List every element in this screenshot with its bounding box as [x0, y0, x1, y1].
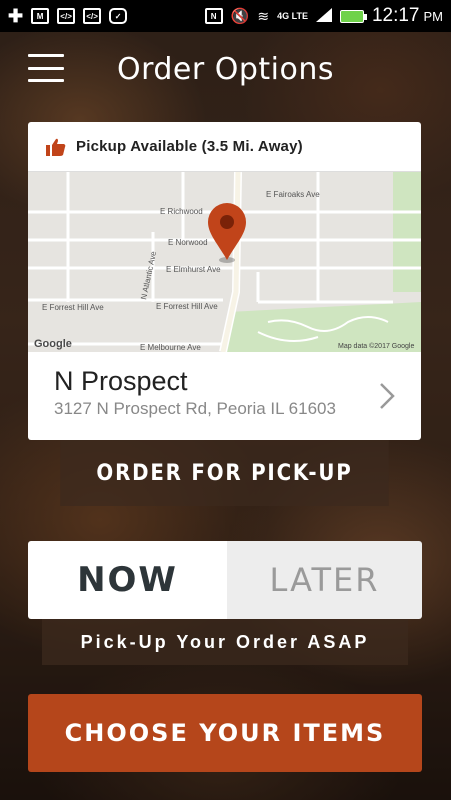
map-street-label: E Elmhurst Ave — [166, 265, 221, 274]
later-option[interactable]: LATER — [227, 541, 422, 619]
map-street-label: E Forrest Hill Ave — [156, 302, 218, 311]
check-icon: ✓ — [109, 8, 128, 24]
map-street-label: E Richwood — [160, 207, 203, 216]
pickup-availability-text: Pickup Available (3.5 Mi. Away) — [76, 138, 303, 155]
clock-ampm: PM — [423, 8, 444, 24]
timing-toggle: NOW LATER — [28, 541, 422, 619]
store-address: 3127 N Prospect Rd, Peoria IL 61603 — [54, 399, 336, 418]
nfc-icon: N — [204, 8, 223, 24]
map-attribution: Map data ©2017 Google — [338, 342, 414, 350]
network-label: 4G LTE — [277, 11, 308, 21]
code-icon: </> — [83, 8, 102, 24]
store-name: N Prospect — [54, 366, 188, 396]
mute-icon: 🔇 — [230, 8, 250, 25]
pickup-availability-row: Pickup Available (3.5 Mi. Away) — [28, 122, 421, 172]
location-card[interactable]: Pickup Available (3.5 Mi. Away) E Fairoa… — [28, 122, 421, 440]
map-street-label: E Forrest Hill Ave — [42, 303, 104, 312]
chevron-right-icon — [380, 383, 395, 409]
store-info-row[interactable]: N Prospect 3127 N Prospect Rd, Peoria IL… — [28, 352, 421, 440]
thumbs-up-icon — [46, 138, 66, 156]
plus-icon: ✚ — [8, 5, 24, 26]
map-street-label: E Melbourne Ave — [140, 343, 201, 352]
page-title: Order Options — [116, 52, 335, 87]
choose-items-button[interactable]: CHOOSE YOUR ITEMS — [28, 694, 422, 772]
status-bar: ✚ M </> </> ✓ N 🔇 ≋ 4G LTE 12:17 PM — [0, 0, 451, 32]
now-option[interactable]: NOW — [28, 541, 227, 619]
order-for-pickup-button[interactable]: ORDER FOR PICK-UP — [60, 440, 389, 506]
signal-icon — [315, 7, 332, 25]
app-header: Order Options — [0, 40, 451, 100]
location-map[interactable]: E Fairoaks Ave E Richwood E Norwood E El… — [28, 172, 421, 352]
asap-note: Pick-Up Your Order ASAP — [42, 619, 408, 665]
map-street-label: E Norwood — [168, 238, 208, 247]
google-logo: Google — [34, 338, 72, 350]
battery-icon — [339, 9, 367, 23]
code-icon: </> — [57, 8, 76, 24]
clock-time: 12:17 — [371, 5, 420, 26]
wifi-icon: ≋ — [257, 7, 270, 24]
mail-icon: M — [31, 8, 50, 24]
map-street-label: E Fairoaks Ave — [266, 190, 320, 199]
